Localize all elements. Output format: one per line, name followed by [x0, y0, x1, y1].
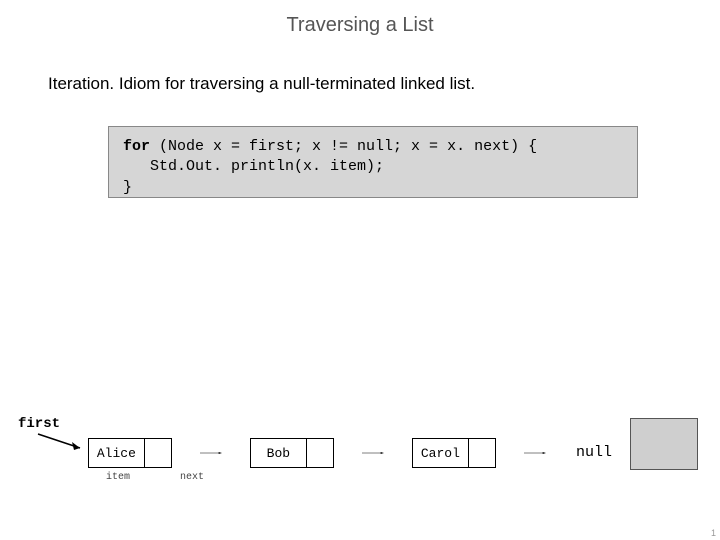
- page-title: Traversing a List: [0, 0, 720, 37]
- arrow-3: [502, 452, 568, 454]
- kw-for: for: [123, 138, 150, 155]
- arrow-2: [340, 452, 406, 454]
- code-block: for (Node x = first; x != null; x = x. n…: [108, 126, 638, 198]
- node-next: [145, 439, 171, 467]
- desc-rest: Idiom for traversing a null-terminated l…: [114, 74, 475, 93]
- code-l1b: (Node x = first; x != null; x = x. next)…: [150, 138, 537, 155]
- field-label-next: next: [180, 472, 204, 483]
- node-next: [469, 439, 495, 467]
- node-item: Alice: [89, 439, 145, 467]
- node-alice: Alice: [88, 438, 172, 468]
- code-l3: }: [123, 179, 132, 196]
- placeholder-box: [630, 418, 698, 470]
- node-item: Bob: [251, 439, 307, 467]
- node-bob: Bob: [250, 438, 334, 468]
- first-arrow: [36, 432, 86, 452]
- null-label: null: [576, 444, 612, 461]
- first-label: first: [18, 416, 60, 432]
- page-number: 1: [711, 528, 716, 538]
- node-item: Carol: [413, 439, 469, 467]
- node-carol: Carol: [412, 438, 496, 468]
- arrow-1: [178, 452, 244, 454]
- description: Iteration. Idiom for traversing a null-t…: [48, 74, 475, 94]
- field-label-item: item: [106, 472, 130, 483]
- node-next: [307, 439, 333, 467]
- desc-lead: Iteration.: [48, 74, 114, 93]
- code-l2: Std.Out. println(x. item);: [123, 158, 384, 175]
